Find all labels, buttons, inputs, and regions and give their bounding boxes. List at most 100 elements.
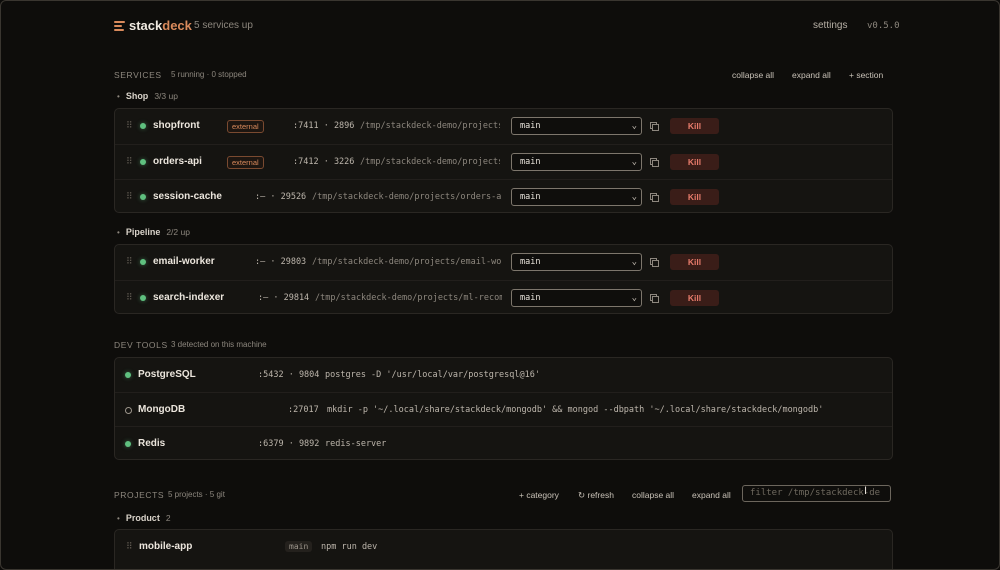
service-row: ⠿ session-cache :— · 29526 /tmp/stackdec… (115, 179, 892, 214)
expand-all-button[interactable]: expand all (792, 70, 831, 80)
drag-handle-icon[interactable]: ⠿ (126, 541, 133, 552)
port-pid: :7412 · 3226 (293, 157, 355, 167)
category-count: 2 (165, 513, 171, 523)
projects-collapse-all-button[interactable]: collapse all (632, 490, 674, 500)
branch-select[interactable]: main ⌄ (511, 289, 642, 307)
kill-button[interactable]: Kill (670, 189, 719, 205)
refresh-button[interactable]: ↻ refresh (578, 490, 614, 501)
copy-icon[interactable] (650, 158, 659, 167)
category-name: Product (125, 513, 160, 523)
chevron-down-icon: ⌄ (631, 121, 637, 131)
devtools-summary: 3 detected on this machine (171, 340, 267, 349)
chevron-down-icon: ⌄ (631, 257, 637, 267)
category-header-pipeline[interactable]: • Pipeline 2/2 up (117, 227, 190, 237)
chevron-down-icon: ⌄ (631, 157, 637, 167)
collapse-bullet-icon: • (117, 227, 120, 237)
status-dot-icon (140, 194, 146, 200)
settings-link[interactable]: settings (813, 20, 847, 31)
service-name[interactable]: session-cache (153, 191, 222, 202)
external-badge: external (227, 120, 264, 133)
project-name[interactable]: mobile-app (139, 541, 192, 552)
devtools-section-title: DEV TOOLS (114, 340, 168, 350)
services-up-status: 5 services up (194, 20, 253, 31)
chevron-down-icon: ⌄ (631, 192, 637, 202)
service-row: ⠿ search-indexer :— · 29814 /tmp/stackde… (115, 280, 892, 315)
brand-name: stackdeck (129, 18, 192, 33)
filter-input[interactable]: filter /tmp/stackdeck-de (742, 485, 891, 502)
drag-handle-icon[interactable]: ⠿ (126, 191, 133, 202)
service-row: ⠿ shopfront external :7411 · 2896 /tmp/s… (115, 109, 892, 143)
branch-select[interactable]: main ⌄ (511, 253, 642, 271)
category-header-product[interactable]: • Product 2 (117, 513, 171, 523)
category-count: 2/2 up (166, 227, 190, 237)
service-path: /tmp/stackdeck-demo/projects/orders-api (360, 157, 500, 167)
branch-select[interactable]: main ⌄ (511, 117, 642, 135)
devtool-name: Redis (138, 438, 166, 449)
drag-handle-icon[interactable]: ⠿ (126, 156, 133, 167)
kill-button[interactable]: Kill (670, 118, 719, 134)
devtool-command: postgres -D '/usr/local/var/postgresql@1… (325, 370, 540, 380)
service-name[interactable]: orders-api (153, 156, 202, 167)
devtool-row: Redis :6379 · 9892 redis-server (115, 426, 892, 461)
copy-icon[interactable] (650, 193, 659, 202)
drag-handle-icon[interactable]: ⠿ (126, 256, 133, 267)
service-group-shop: ⠿ shopfront external :7411 · 2896 /tmp/s… (114, 108, 893, 213)
chevron-down-icon: ⌄ (631, 293, 637, 303)
top-bar: stackdeck 5 services up settings v0.5.0 (1, 1, 999, 51)
port-pid: :— · 29526 (255, 192, 307, 202)
collapse-bullet-icon: • (117, 513, 120, 523)
service-path: /tmp/stackdeck-demo/projects/ml-recommen… (315, 293, 502, 303)
branch-select[interactable]: main ⌄ (511, 188, 642, 206)
branch-chip: main (285, 541, 313, 552)
devtools-group: PostgreSQL :5432 · 9804 postgres -D '/us… (114, 357, 893, 460)
port-pid: :27017 (288, 405, 319, 415)
port-pid: :6379 · 9892 (258, 439, 320, 449)
services-section-title: SERVICES (114, 70, 162, 80)
services-summary: 5 running · 0 stopped (171, 70, 247, 79)
project-command: npm run dev (321, 542, 378, 552)
port-pid: :5432 · 9804 (258, 370, 320, 380)
kill-button[interactable]: Kill (670, 254, 719, 270)
devtool-command: redis-server (325, 439, 387, 449)
add-section-button[interactable]: + section (849, 70, 883, 80)
collapse-all-button[interactable]: collapse all (732, 70, 774, 80)
text-cursor-icon: I (864, 485, 868, 497)
projects-section-title: PROJECTS (114, 490, 165, 500)
status-dot-icon (140, 159, 146, 165)
collapse-bullet-icon: • (117, 91, 120, 101)
service-name[interactable]: search-indexer (153, 292, 224, 303)
project-row: ⠿ mobile-app main npm run dev (115, 530, 892, 564)
status-dot-icon (140, 295, 146, 301)
external-badge: external (227, 156, 264, 169)
copy-icon[interactable] (650, 294, 659, 303)
devtool-row: PostgreSQL :5432 · 9804 postgres -D '/us… (115, 358, 892, 392)
category-header-shop[interactable]: • Shop 3/3 up (117, 91, 178, 101)
projects-expand-all-button[interactable]: expand all (692, 490, 731, 500)
category-name: Shop (125, 91, 149, 101)
version-label: v0.5.0 (867, 21, 900, 31)
stack-logo-icon (114, 20, 125, 31)
devtool-name: PostgreSQL (138, 369, 196, 380)
drag-handle-icon[interactable]: ⠿ (126, 292, 133, 303)
service-path: /tmp/stackdeck-demo/projects/orders-api (312, 192, 502, 202)
service-name[interactable]: shopfront (153, 120, 200, 131)
category-count: 3/3 up (154, 91, 178, 101)
app-window: stackdeck 5 services up settings v0.5.0 … (0, 0, 1000, 570)
drag-handle-icon[interactable]: ⠿ (126, 120, 133, 131)
status-dot-icon (125, 372, 131, 378)
devtool-row: MongoDB :27017 mkdir -p '~/.local/share/… (115, 392, 892, 427)
service-name[interactable]: email-worker (153, 256, 215, 267)
category-name: Pipeline (125, 227, 161, 237)
copy-icon[interactable] (650, 258, 659, 267)
branch-select[interactable]: main ⌄ (511, 153, 642, 171)
service-row: ⠿ orders-api external :7412 · 3226 /tmp/… (115, 144, 892, 179)
kill-button[interactable]: Kill (670, 154, 719, 170)
status-dot-icon (125, 441, 131, 447)
kill-button[interactable]: Kill (670, 290, 719, 306)
port-pid: :— · 29814 (258, 293, 310, 303)
service-path: /tmp/stackdeck-demo/projects/shopfront (360, 121, 500, 131)
copy-icon[interactable] (650, 122, 659, 131)
port-pid: :7411 · 2896 (293, 121, 355, 131)
status-dot-icon (140, 123, 146, 129)
add-category-button[interactable]: + category (519, 490, 559, 500)
